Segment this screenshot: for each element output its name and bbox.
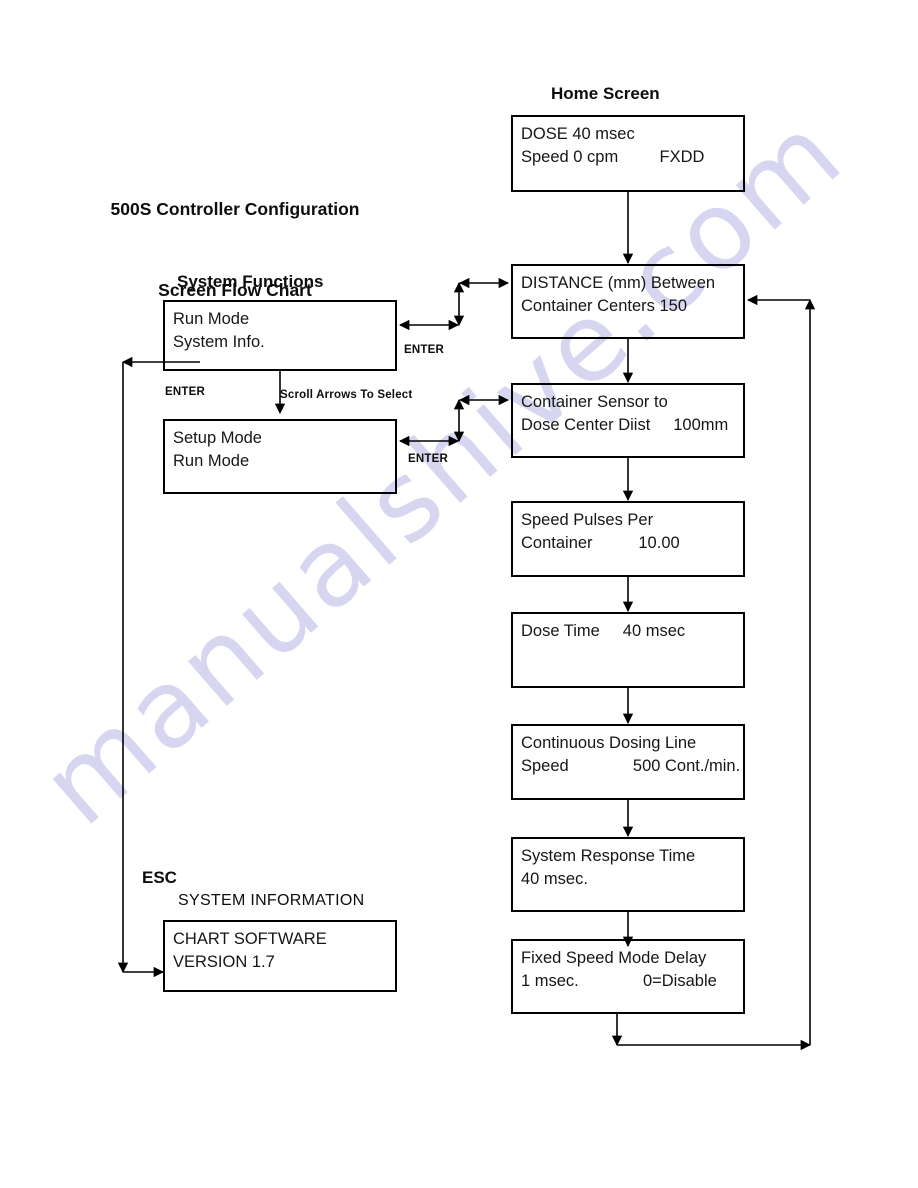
box-line-2: Container 10.00 xyxy=(521,534,680,552)
box-line-2: Speed 500 Cont./min. xyxy=(521,757,741,775)
box-line-1: Dose Time 40 msec xyxy=(521,622,686,640)
screen-box-home-screen[interactable]: DOSE 40 msec Speed 0 cpm FXDD xyxy=(511,115,745,192)
page-title-line-1: 500S Controller Configuration xyxy=(110,199,360,219)
box-line-2: Container Centers 150 xyxy=(521,297,688,315)
system-functions-heading: System Functions xyxy=(177,272,324,291)
box-line-1: Setup Mode xyxy=(173,429,262,447)
screen-box-distance-between-container-centers[interactable]: DISTANCE (mm) Between Container Centers … xyxy=(511,264,745,339)
screen-box-container-sensor-to-dose-center[interactable]: Container Sensor to Dose Center Diist 10… xyxy=(511,383,745,458)
box-line-1: DOSE 40 msec xyxy=(521,125,635,143)
box-line-1: Continuous Dosing Line xyxy=(521,734,697,752)
enter-label-right-top: ENTER xyxy=(404,344,444,356)
flow-chart-page: manualshive.com 500S Controller Configur… xyxy=(0,0,918,1188)
box-line-1: Container Sensor to xyxy=(521,393,668,411)
screen-box-continuous-dosing-line-speed[interactable]: Continuous Dosing Line Speed 500 Cont./m… xyxy=(511,724,745,800)
box-line-2: VERSION 1.7 xyxy=(173,953,275,971)
screen-box-speed-pulses-per-container[interactable]: Speed Pulses Per Container 10.00 xyxy=(511,501,745,577)
scroll-arrows-to-select-label: Scroll Arrows To Select xyxy=(280,389,413,401)
box-line-1: DISTANCE (mm) Between xyxy=(521,274,716,292)
enter-label-right-bottom: ENTER xyxy=(408,453,448,465)
screen-box-mode-select-menu[interactable]: Setup Mode Run Mode xyxy=(163,419,397,494)
box-line-2: Speed 0 cpm FXDD xyxy=(521,148,705,166)
screen-box-system-response-time[interactable]: System Response Time 40 msec. xyxy=(511,837,745,912)
box-line-1: Fixed Speed Mode Delay xyxy=(521,949,707,967)
page-title: 500S Controller Configuration Screen Flo… xyxy=(110,142,360,358)
screen-box-fixed-speed-mode-delay[interactable]: Fixed Speed Mode Delay 1 msec. 0=Disable xyxy=(511,939,745,1014)
esc-label: ESC xyxy=(142,868,177,887)
box-line-1: CHART SOFTWARE xyxy=(173,930,327,948)
box-line-2: Run Mode xyxy=(173,452,250,470)
box-line-1: Speed Pulses Per xyxy=(521,511,654,529)
screen-box-system-information[interactable]: CHART SOFTWARE VERSION 1.7 xyxy=(163,920,397,992)
box-line-2: Dose Center Diist 100mm xyxy=(521,416,729,434)
box-line-1: System Response Time xyxy=(521,847,696,865)
box-line-2: 40 msec. xyxy=(521,870,588,888)
enter-label-left: ENTER xyxy=(165,386,205,398)
screen-box-dose-time[interactable]: Dose Time 40 msec xyxy=(511,612,745,688)
box-line-2: 1 msec. 0=Disable xyxy=(521,972,717,990)
home-screen-heading: Home Screen xyxy=(551,84,660,103)
system-information-heading: SYSTEM INFORMATION xyxy=(178,892,365,909)
